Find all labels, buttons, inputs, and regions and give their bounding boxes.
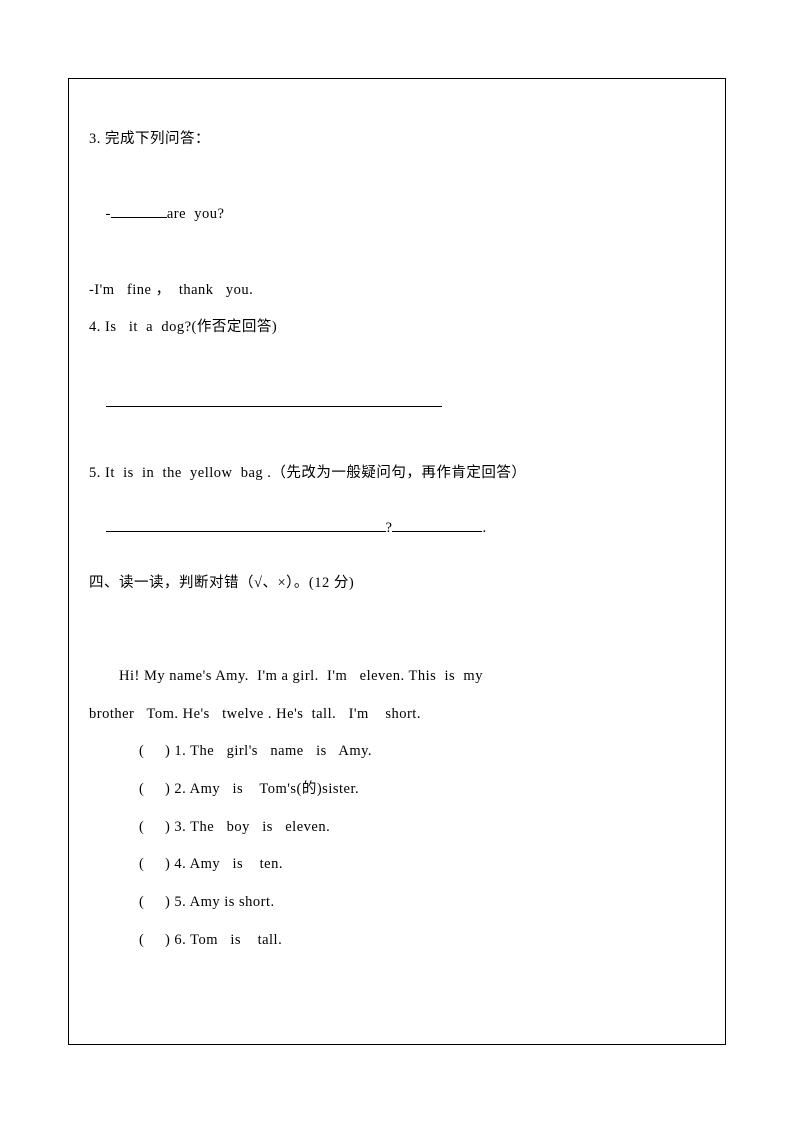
page-border: 3. 完成下列问答： - are you? -I'm fine ， thank y… xyxy=(68,78,726,1045)
q3-prompt: 3. 完成下列问答： xyxy=(89,121,705,159)
passage-line1: Hi! My name's Amy. I'm a girl. I'm eleve… xyxy=(89,658,705,696)
judge-item: ( ) 3. The boy is eleven. xyxy=(89,809,705,847)
q4-prompt: 4. Is it a dog?(作否定回答) xyxy=(89,309,705,347)
judge-item: ( ) 6. Tom is tall. xyxy=(89,922,705,960)
judge-item: ( ) 5. Amy is short. xyxy=(89,884,705,922)
judge-item: ( ) 4. Amy is ten. xyxy=(89,846,705,884)
q4-blank[interactable] xyxy=(106,406,442,407)
q3-line1-suffix: are you? xyxy=(167,206,225,222)
q3-line1: - are you? xyxy=(89,159,705,272)
section4-heading: 四、读一读，判断对错（√、×）。(12 分) xyxy=(89,570,705,598)
q5-blank-line: ?. xyxy=(89,488,705,571)
q5-sep: ? xyxy=(386,520,393,536)
passage-line2: brother Tom. He's twelve . He's tall. I'… xyxy=(89,696,705,734)
q5-prompt: 5. It is in the yellow bag .（先改为一般疑问句，再作… xyxy=(89,460,705,488)
q4-blank-line xyxy=(89,347,705,460)
q3-line2: -I'm fine ， thank you. xyxy=(89,272,705,310)
spacer xyxy=(89,598,705,658)
q5-end: . xyxy=(482,520,486,536)
judge-item: ( ) 2. Amy is Tom's(的)sister. xyxy=(89,771,705,809)
q5-blank2[interactable] xyxy=(392,531,482,532)
q3-blank[interactable] xyxy=(111,217,167,218)
q3-line1-prefix: - xyxy=(106,206,111,222)
judge-item: ( ) 1. The girl's name is Amy. xyxy=(89,733,705,771)
q5-blank1[interactable] xyxy=(106,531,386,532)
